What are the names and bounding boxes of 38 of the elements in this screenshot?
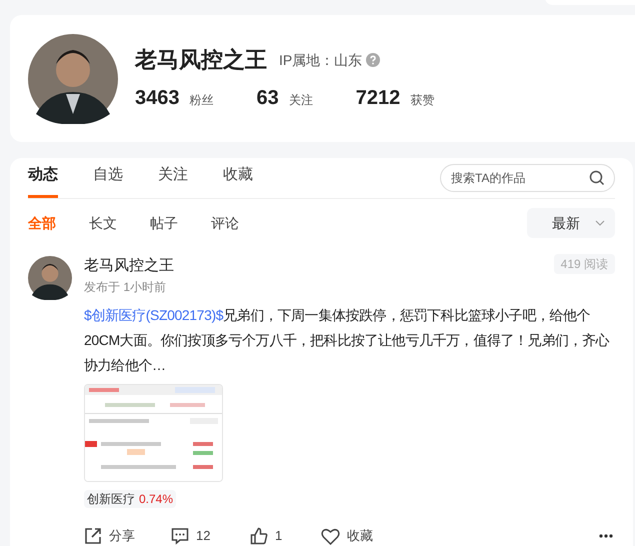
post-text: $创新医疗(SZ002173)$兄弟们，下周一集体按跌停，惩罚下科比篮球小子吧，给他个20CM大面。你们按顶多亏个万八千，把科比按了让他亏几千万，值得了！兄弟们，齐心协力给他个… (84, 306, 610, 375)
comment-icon (171, 527, 189, 545)
tag-name: 创新医疗 (87, 491, 135, 508)
ip-location: IP属地：山东 (279, 50, 362, 70)
stock-link[interactable]: $创新医疗(SZ002173)$ (84, 307, 224, 323)
tag-change: 0.74% (139, 491, 174, 508)
stat-label: 关注 (288, 92, 313, 109)
author-name[interactable]: 老马风控之王 (84, 256, 174, 276)
user-name: 老马风控之王 (135, 46, 267, 74)
search-icon[interactable] (589, 170, 605, 186)
stock-tag[interactable]: 创新医疗 0.74% (84, 490, 176, 508)
more-button[interactable] (599, 534, 613, 538)
share-icon (84, 527, 102, 545)
like-button[interactable]: 1 (250, 526, 282, 546)
tab[interactable]: 关注 (158, 164, 188, 198)
filter-tab[interactable]: 帖子 (150, 212, 178, 234)
comment-button[interactable]: 12 (171, 526, 210, 546)
caret-icon (595, 220, 605, 226)
sort-dropdown[interactable]: 最新 (527, 208, 615, 238)
stat-value: 63 (256, 86, 279, 111)
share-button[interactable]: 分享 (84, 526, 135, 546)
stat-label: 获赞 (410, 92, 434, 109)
stat-label: 粉丝 (190, 92, 214, 109)
tab[interactable]: 动态 (28, 164, 58, 198)
filter-tab[interactable]: 长文 (89, 212, 117, 234)
heart-icon (321, 528, 340, 544)
tab[interactable]: 收藏 (223, 164, 253, 198)
thumbs-up-icon (250, 527, 268, 545)
stat-value: 3463 (135, 86, 180, 111)
search-field[interactable]: 搜索TA的作品 (440, 164, 615, 192)
read-count: 419 阅读 (554, 254, 615, 274)
post-time: 发布于 1小时前 (84, 279, 168, 296)
avatar (28, 256, 72, 300)
tab[interactable]: 自选 (93, 164, 123, 198)
more-icon (599, 534, 613, 538)
favorite-button[interactable]: 收藏 (321, 526, 373, 546)
filter-tab[interactable]: 评论 (211, 212, 239, 234)
stat-value: 7212 (356, 86, 400, 111)
